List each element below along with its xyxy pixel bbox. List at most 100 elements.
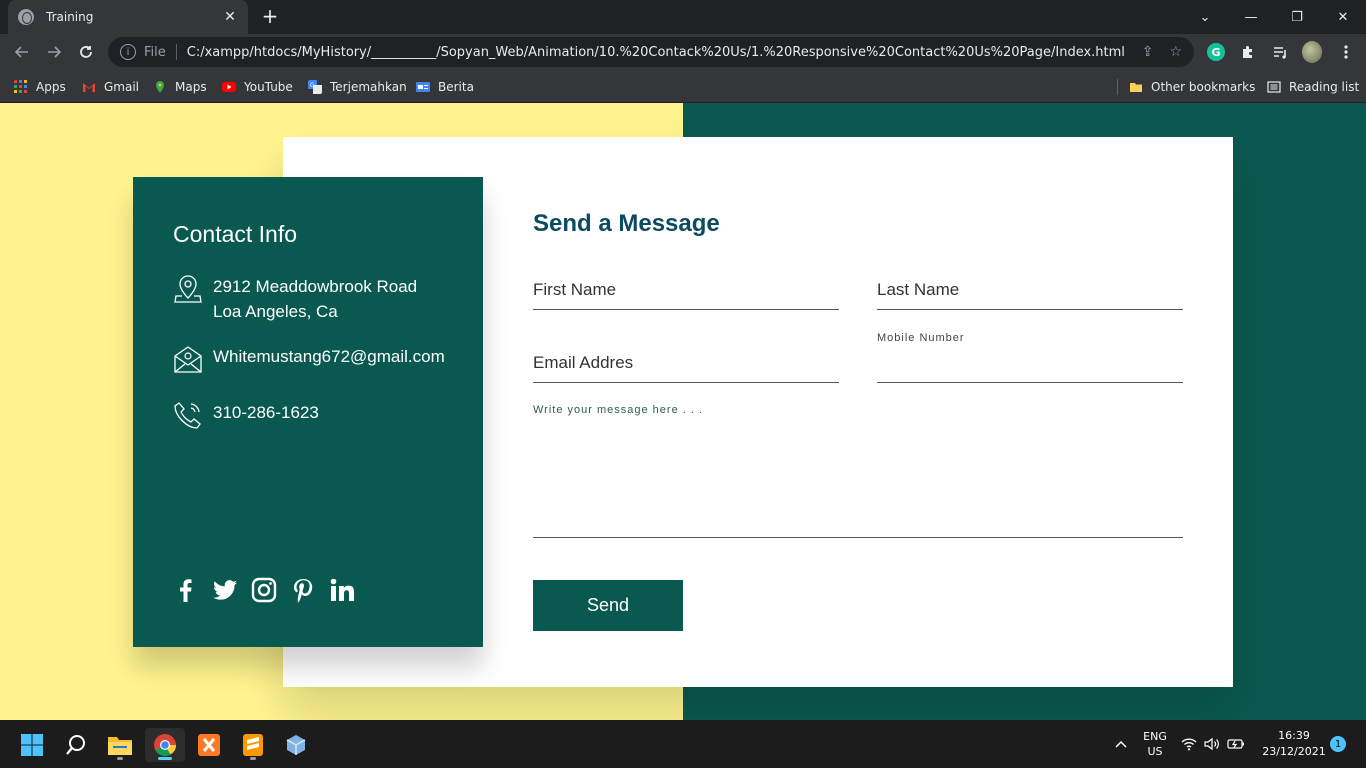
contact-info-title: Contact Info xyxy=(173,221,298,247)
divider xyxy=(175,44,177,60)
email-row: Whitemustang672@gmail.com xyxy=(173,344,445,374)
web-page: Contact Info 2912 Meaddowbrook Road Loa … xyxy=(0,103,1366,720)
minimize-button[interactable]: — xyxy=(1228,0,1274,34)
clock[interactable]: 16:39 23/12/2021 xyxy=(1256,720,1332,768)
reload-button[interactable] xyxy=(74,40,98,64)
phone-row: 310-286-1623 xyxy=(173,400,443,430)
svg-text:G: G xyxy=(310,82,315,89)
bookmark-translate[interactable]: G Terjemahkan xyxy=(308,77,407,97)
tab-strip: Training ✕ + ⌄ — ❐ ✕ xyxy=(0,0,1366,34)
bookmark-label: YouTube xyxy=(244,80,293,94)
sublime-text-button[interactable] xyxy=(233,728,273,762)
show-hidden-icons-button[interactable] xyxy=(1110,720,1132,768)
running-indicator xyxy=(250,757,256,760)
close-tab-button[interactable]: ✕ xyxy=(222,9,238,25)
chevron-up-icon xyxy=(1115,740,1127,748)
other-bookmarks-label: Other bookmarks xyxy=(1151,80,1256,94)
language-indicator[interactable]: ENG US xyxy=(1136,720,1174,768)
instagram-icon[interactable] xyxy=(251,577,277,603)
virtualbox-button[interactable] xyxy=(276,728,316,762)
windows-taskbar: ENG US 16:39 23/12/2021 1 xyxy=(0,720,1366,768)
bookmark-apps[interactable]: Apps xyxy=(14,77,66,97)
email-text[interactable]: Whitemustang672@gmail.com xyxy=(213,344,445,369)
start-button[interactable] xyxy=(12,728,52,762)
bookmark-label: Maps xyxy=(175,80,207,94)
notification-badge: 1 xyxy=(1330,736,1346,752)
search-icon xyxy=(66,735,85,755)
mail-icon xyxy=(174,346,202,373)
keyboard-layout: US xyxy=(1147,745,1163,758)
bookmark-youtube[interactable]: YouTube xyxy=(222,77,293,97)
email-field[interactable]: Email Addres xyxy=(533,344,839,383)
notification-center-button[interactable]: 1 xyxy=(1330,720,1346,768)
xampp-button[interactable] xyxy=(189,728,229,762)
quick-settings-button[interactable] xyxy=(1180,720,1246,768)
linkedin-icon[interactable] xyxy=(329,577,355,603)
phone-icon xyxy=(174,402,201,429)
media-control-icon[interactable] xyxy=(1270,42,1290,62)
bookmark-star-icon[interactable]: ☆ xyxy=(1169,44,1182,60)
send-button[interactable]: Send xyxy=(533,580,683,631)
chrome-button[interactable] xyxy=(145,728,185,762)
reading-list-label: Reading list xyxy=(1289,80,1360,94)
bookmark-maps[interactable]: Maps xyxy=(153,77,207,97)
xampp-icon xyxy=(198,734,220,756)
mobile-number-label: Mobile Number xyxy=(877,332,965,344)
browser-tab[interactable]: Training ✕ xyxy=(8,0,248,34)
address-line-1: 2912 Meaddowbrook Road xyxy=(213,277,418,296)
last-name-field[interactable]: Last Name xyxy=(877,271,1183,310)
forward-button[interactable] xyxy=(42,40,66,64)
message-textarea[interactable]: Write your message here . . . xyxy=(533,403,1183,538)
new-tab-button[interactable]: + xyxy=(258,6,282,26)
phone-text[interactable]: 310-286-1623 xyxy=(213,400,319,425)
pinterest-icon[interactable] xyxy=(290,577,316,603)
extensions-puzzle-icon[interactable] xyxy=(1238,42,1258,62)
search-button[interactable] xyxy=(56,728,96,762)
maps-icon xyxy=(156,81,164,93)
last-name-label: Last Name xyxy=(877,280,960,299)
gmail-icon xyxy=(83,83,95,92)
share-icon[interactable]: ⇪ xyxy=(1142,44,1154,60)
back-button[interactable] xyxy=(10,40,34,64)
arrow-right-icon xyxy=(48,46,62,58)
first-name-label: First Name xyxy=(533,280,617,299)
address-line-2: Loa Angeles, Ca xyxy=(213,302,338,321)
first-name-field[interactable]: First Name xyxy=(533,271,839,310)
facebook-icon[interactable] xyxy=(173,577,199,603)
sublime-text-icon xyxy=(243,734,263,756)
bookmark-label: Apps xyxy=(36,80,66,94)
contact-info-panel: Contact Info 2912 Meaddowbrook Road Loa … xyxy=(133,177,483,647)
clock-time: 16:39 xyxy=(1278,729,1310,742)
reading-list-icon xyxy=(1267,81,1281,93)
close-window-button[interactable]: ✕ xyxy=(1320,0,1366,34)
battery-icon xyxy=(1227,739,1244,749)
bookmark-gmail[interactable]: Gmail xyxy=(82,77,139,97)
profile-avatar[interactable] xyxy=(1302,41,1322,63)
address-bar[interactable]: i File C:/xampp/htdocs/MyHistory/_______… xyxy=(108,37,1194,67)
info-icon[interactable]: i xyxy=(120,44,136,60)
url-text[interactable]: C:/xampp/htdocs/MyHistory/__________/Sop… xyxy=(187,45,1126,60)
youtube-icon xyxy=(222,82,236,92)
news-icon xyxy=(416,82,430,92)
email-label: Email Addres xyxy=(533,353,634,372)
location-pin-icon xyxy=(174,275,202,303)
menu-kebab-icon[interactable] xyxy=(1336,42,1356,62)
tab-search-button[interactable]: ⌄ xyxy=(1182,0,1228,34)
bookmark-news[interactable]: Berita xyxy=(416,77,474,97)
running-indicator xyxy=(117,757,123,760)
twitter-icon[interactable] xyxy=(212,577,238,603)
virtualbox-icon xyxy=(286,735,306,755)
social-links xyxy=(173,577,355,603)
reading-list[interactable]: Reading list xyxy=(1267,77,1359,97)
other-bookmarks[interactable]: Other bookmarks xyxy=(1129,77,1255,97)
folder-icon xyxy=(108,737,132,755)
grammarly-icon[interactable]: G xyxy=(1206,42,1226,62)
file-explorer-button[interactable] xyxy=(100,728,140,762)
mobile-number-field[interactable]: Mobile Number xyxy=(877,330,1183,383)
reload-icon xyxy=(80,46,92,58)
globe-icon xyxy=(18,9,34,25)
restore-button[interactable]: ❐ xyxy=(1274,0,1320,34)
windows-logo-icon xyxy=(21,734,43,756)
message-placeholder: Write your message here . . . xyxy=(533,404,704,416)
volume-icon xyxy=(1204,737,1219,751)
